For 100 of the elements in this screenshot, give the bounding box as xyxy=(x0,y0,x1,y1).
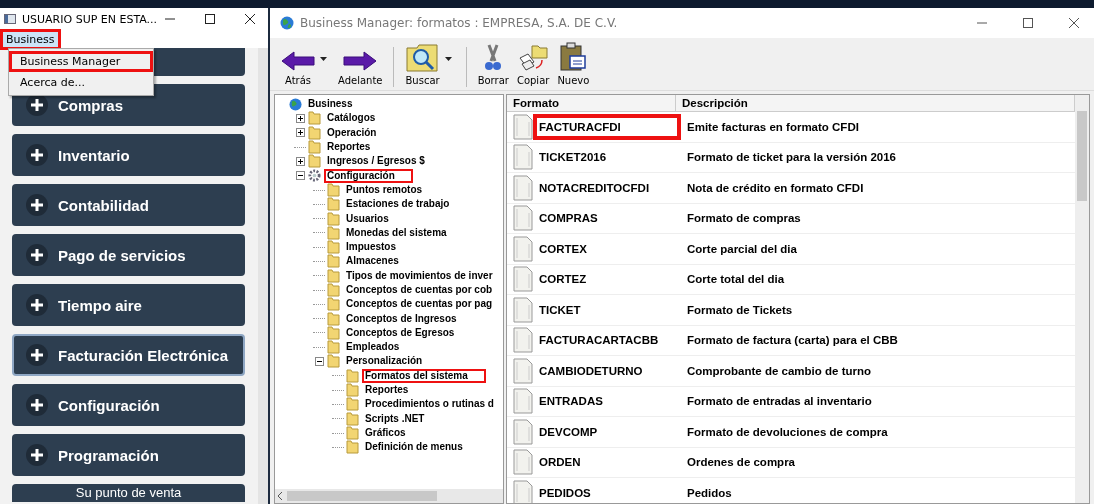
table-cell-text: ORDEN xyxy=(538,455,582,471)
menu-button[interactable]: Su punto de venta xyxy=(12,484,245,502)
folder-icon xyxy=(346,368,359,383)
tree-item[interactable]: Conceptos de Ingresos xyxy=(343,311,460,326)
folder-icon xyxy=(308,125,321,140)
tree-item[interactable]: Definición de menus xyxy=(362,440,466,455)
globe-icon xyxy=(280,16,294,30)
folder-icon xyxy=(327,340,340,355)
tree-item[interactable]: Reportes xyxy=(362,383,412,398)
folder-icon xyxy=(346,425,359,440)
tree-item[interactable]: Reportes xyxy=(324,140,374,155)
tree-item[interactable]: Conceptos de cuentas por pag xyxy=(343,297,496,312)
menu-button[interactable]: Tiempo aire xyxy=(12,284,245,326)
folder-icon xyxy=(327,197,340,212)
column-header[interactable]: Formato xyxy=(507,95,676,111)
scrollbar[interactable] xyxy=(258,48,268,504)
folder-icon xyxy=(327,297,340,312)
folder-icon xyxy=(346,397,359,412)
document-icon xyxy=(513,235,533,262)
collapse-icon[interactable] xyxy=(314,357,324,366)
tree-item[interactable]: Impuestos xyxy=(343,240,399,255)
table-cell-text: Emite facturas en formato CFDI xyxy=(686,120,860,133)
tree-item[interactable]: Empleados xyxy=(343,340,403,355)
table-cell-text: Ordenes de compra xyxy=(686,456,796,469)
document-icon xyxy=(513,113,533,140)
tree-item[interactable]: Business xyxy=(305,97,356,112)
menu-item[interactable]: Business Manager xyxy=(9,51,153,72)
scroll-left-icon[interactable] xyxy=(278,492,283,500)
menu-button[interactable]: Programación xyxy=(12,434,245,476)
toolbar-button[interactable]: Adelante xyxy=(335,42,386,90)
menu-button[interactable]: Inventario xyxy=(12,134,245,176)
table-cell-text: ENTRADAS xyxy=(538,394,604,410)
table-cell-text: PEDIDOS xyxy=(538,485,592,501)
toolbar-button[interactable]: Atrás xyxy=(278,42,318,90)
tree-item[interactable]: Scripts .NET xyxy=(362,411,428,426)
tree-item[interactable]: Conceptos de Egresos xyxy=(343,325,458,340)
collapse-icon[interactable] xyxy=(295,171,305,181)
expand-icon[interactable] xyxy=(295,156,305,166)
tree-item[interactable]: Gráficos xyxy=(362,425,409,440)
globe-icon xyxy=(289,97,302,111)
document-icon xyxy=(513,357,533,384)
document-icon xyxy=(513,418,533,445)
menu-button[interactable]: Configuración xyxy=(12,384,245,426)
copy-files-icon xyxy=(518,42,549,72)
tree-item[interactable]: Estaciones de trabajo xyxy=(343,197,453,212)
tree-item[interactable]: Puntos remotos xyxy=(343,182,426,197)
tree-item[interactable]: Conceptos de cuentas por cob xyxy=(343,283,496,297)
table-cell-text: Formato de compras xyxy=(686,212,802,225)
folder-icon xyxy=(327,254,340,269)
tree-item[interactable]: Tipos de movimientos de inver xyxy=(343,268,496,283)
table-cell-text: Formato de Tickets xyxy=(686,303,794,316)
tree-item[interactable]: Procedimientos o rutinas d xyxy=(362,397,497,412)
folder-icon xyxy=(327,283,340,297)
folder-icon xyxy=(308,111,321,126)
tree-item[interactable]: Monedas del sistema xyxy=(343,225,450,240)
tree-item[interactable]: Almacenes xyxy=(343,254,402,269)
tree-item[interactable]: Catálogos xyxy=(324,111,379,126)
tree-item[interactable]: Personalización xyxy=(343,354,426,369)
table-cell-text: Pedidos xyxy=(686,486,733,499)
table-cell-text: FACTURACARTACBB xyxy=(538,333,660,349)
toolbar-button[interactable]: Copiar xyxy=(513,42,553,90)
scrollbar[interactable] xyxy=(275,489,503,503)
toolbar-button[interactable]: Borrar xyxy=(474,42,512,90)
maximize-icon[interactable] xyxy=(1022,17,1034,29)
folder-icon xyxy=(327,211,340,226)
tree-item[interactable]: Formatos del sistema xyxy=(362,368,486,383)
tree-item[interactable]: Usuarios xyxy=(343,211,392,226)
tree-item[interactable]: Ingresos / Egresos $ xyxy=(324,154,428,169)
plus-icon xyxy=(26,344,48,366)
folder-icon xyxy=(327,268,340,283)
tree-item[interactable]: Operación xyxy=(324,125,380,140)
close-icon[interactable] xyxy=(244,13,256,25)
scrollbar[interactable] xyxy=(1075,95,1089,503)
plus-icon xyxy=(26,144,48,166)
folder-magnifier-icon xyxy=(405,42,440,72)
maximize-icon[interactable] xyxy=(204,13,216,25)
menu-button[interactable]: Contabilidad xyxy=(12,184,245,226)
table-cell-text: CORTEX xyxy=(538,241,588,257)
table-cell-text: Formato de entradas al inventario xyxy=(686,395,873,408)
expand-icon[interactable] xyxy=(295,128,305,138)
folder-icon xyxy=(327,311,340,326)
table-cell: FACTURACFDI xyxy=(533,113,681,140)
table-cell-text: TICKET2016 xyxy=(538,150,608,166)
table-cell-text: Formato de devoluciones de compra xyxy=(686,425,889,438)
toolbar-button[interactable]: Buscar xyxy=(402,42,443,90)
table-cell-text: COMPRAS xyxy=(538,211,599,227)
close-icon[interactable] xyxy=(1068,17,1080,29)
table-cell-text: CORTEZ xyxy=(538,272,588,288)
folder-icon xyxy=(346,440,359,455)
folder-icon xyxy=(327,225,340,240)
menu-button[interactable]: Facturación Electrónica xyxy=(12,334,245,376)
table-cell-text: Corte total del dia xyxy=(686,273,786,286)
menu-button[interactable]: Pago de servicios xyxy=(12,234,245,276)
expand-icon[interactable] xyxy=(295,113,305,123)
folder-icon xyxy=(327,325,340,340)
plus-icon xyxy=(26,444,48,466)
toolbar-button[interactable]: Nuevo xyxy=(554,42,593,90)
folder-icon xyxy=(308,140,321,155)
tree-item[interactable]: Configuración xyxy=(324,168,413,183)
table-cell-text: Comprobante de cambio de turno xyxy=(686,364,872,377)
